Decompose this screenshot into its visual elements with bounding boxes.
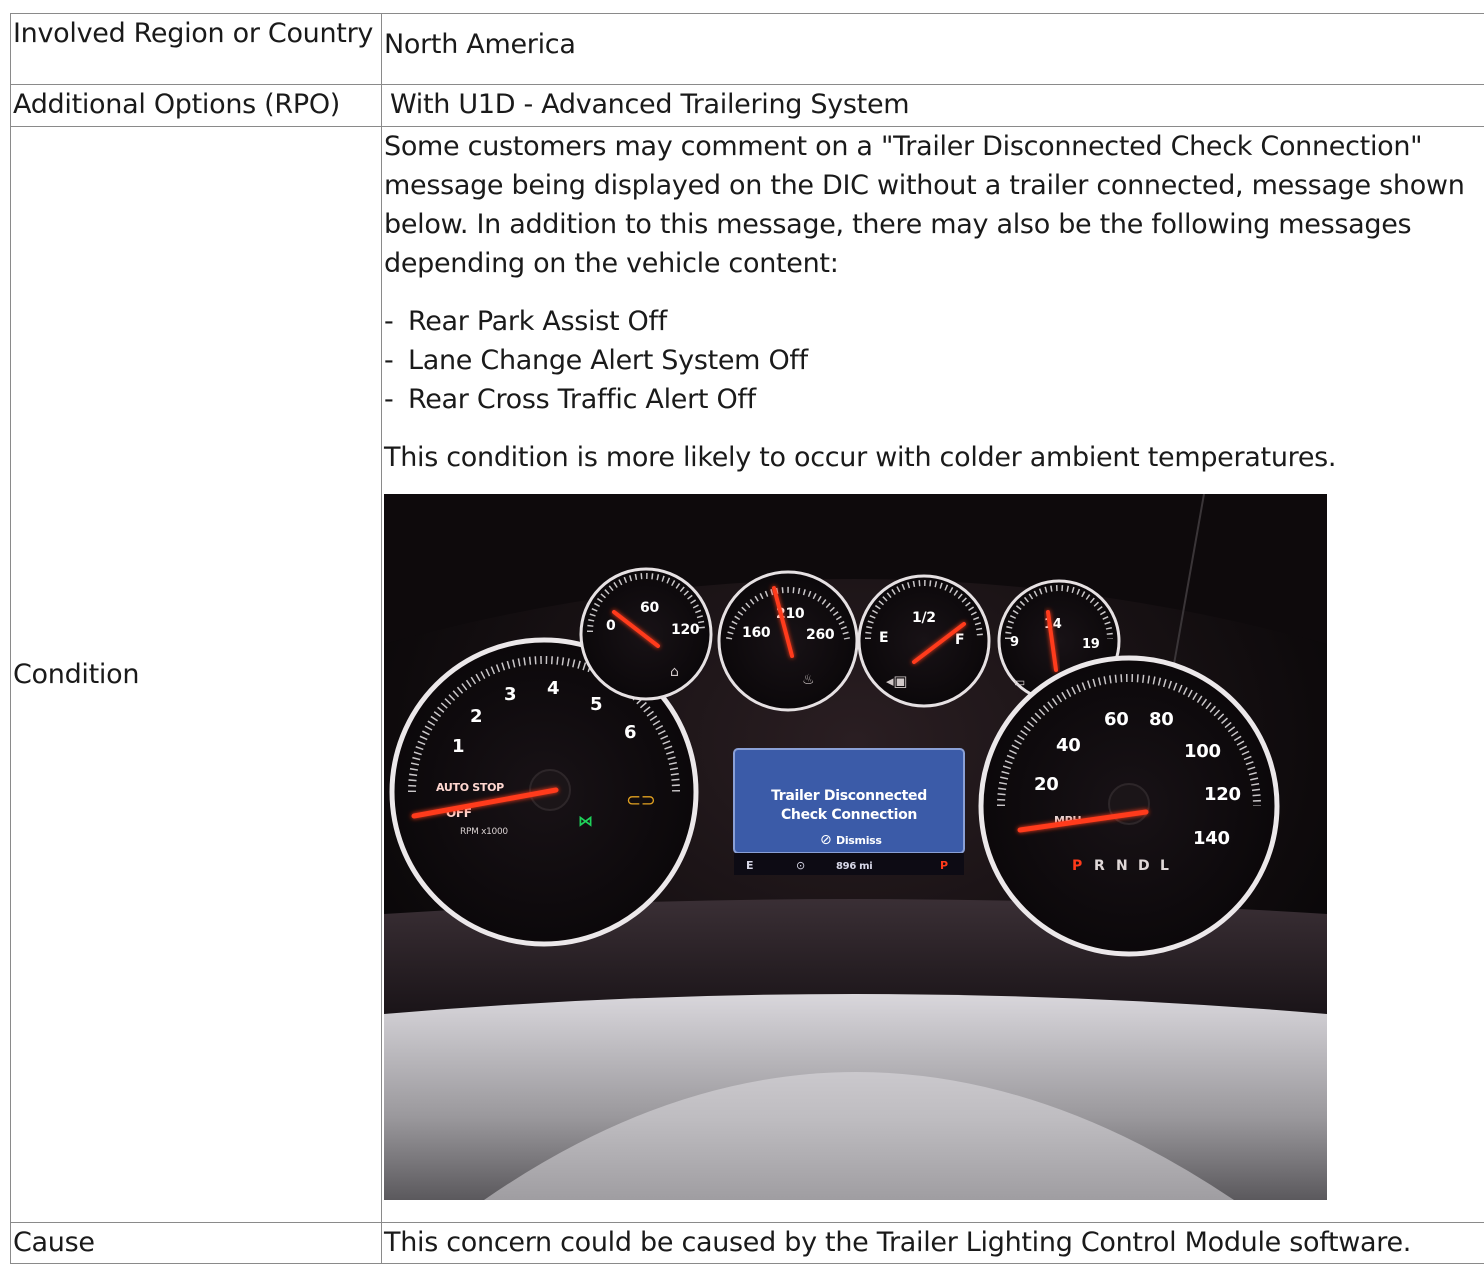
- oil-can-icon: ⌂: [670, 664, 679, 680]
- dic-fuel-letter: E: [746, 859, 753, 872]
- tach-tick-label: 4: [547, 678, 559, 699]
- condition-value: Some customers may comment on a "Trailer…: [382, 127, 1484, 1223]
- tach-tick-label: 5: [590, 694, 602, 715]
- speed-tick-label: 80: [1149, 709, 1173, 730]
- oil-tick-label: 0: [606, 618, 616, 634]
- dic-dismiss-label: Dismiss: [836, 834, 882, 847]
- auto-stop-label: AUTO STOP: [436, 781, 504, 794]
- fuel-tick-label: E: [879, 630, 888, 646]
- list-item: -Lane Change Alert System Off: [384, 341, 1484, 380]
- fuel-pump-icon: ◂▣: [886, 672, 907, 690]
- gear-letter: L: [1160, 858, 1169, 874]
- volt-tick-label: 14: [1044, 617, 1062, 632]
- turn-signal-icon: ⋈: [578, 812, 593, 830]
- region-value: North America: [382, 14, 1484, 85]
- speedometer-gauge: 20 40 60 80 100 120 140 MPH P R N: [981, 658, 1277, 954]
- dic-message-line2: Check Connection: [781, 807, 917, 823]
- speed-tick-label: 140: [1193, 828, 1230, 849]
- driver-info-center: Trailer Disconnected Check Connection ⊘ …: [734, 749, 964, 875]
- dic-gear-value: P: [940, 859, 948, 872]
- speed-tick-label: 100: [1184, 741, 1221, 762]
- instrument-cluster-photo: 1 2 3 4 5 6 AUTO STOP OFF RPM x1000 ⊂⊃ ⋈: [384, 494, 1327, 1200]
- speed-tick-label: 120: [1204, 784, 1241, 805]
- list-item: -Rear Cross Traffic Alert Off: [384, 380, 1484, 419]
- message-text: Rear Cross Traffic Alert Off: [408, 384, 756, 415]
- volt-tick-label: 9: [1010, 635, 1019, 650]
- cause-label: Cause: [11, 1223, 382, 1264]
- cause-value: This concern could be caused by the Trai…: [382, 1223, 1484, 1264]
- cluster-illustration: 1 2 3 4 5 6 AUTO STOP OFF RPM x1000 ⊂⊃ ⋈: [384, 494, 1327, 1200]
- rpo-value: With U1D - Advanced Trailering System: [382, 85, 1484, 127]
- list-item: -Rear Park Assist Off: [384, 302, 1484, 341]
- battery-icon: ▭: [1014, 675, 1025, 689]
- gear-letter: R: [1094, 858, 1105, 874]
- gear-letter: N: [1116, 858, 1127, 874]
- condition-label: Condition: [11, 127, 382, 1223]
- oil-pressure-gauge: 0 60 120 ⌂: [581, 569, 711, 699]
- bulletin-table: Involved Region or Country North America…: [10, 13, 1484, 1264]
- coolant-temp-gauge: 160 210 260 ♨: [719, 572, 857, 710]
- message-text: Lane Change Alert System Off: [408, 345, 808, 376]
- speed-tick-label: 20: [1034, 774, 1058, 795]
- table-row-condition: Condition Some customers may comment on …: [11, 127, 1484, 1223]
- table-row-region: Involved Region or Country North America: [11, 14, 1484, 85]
- temp-tick-label: 160: [742, 625, 771, 641]
- rpo-label: Additional Options (RPO): [11, 85, 382, 127]
- tach-tick-label: 6: [624, 722, 636, 743]
- tach-tick-label: 1: [452, 736, 464, 757]
- message-list: -Rear Park Assist Off -Lane Change Alert…: [384, 302, 1484, 419]
- temp-tick-label: 260: [806, 627, 835, 643]
- rpm-label: RPM x1000: [460, 827, 508, 837]
- fuel-tick-label: F: [955, 632, 964, 648]
- region-label: Involved Region or Country: [11, 14, 382, 85]
- tire-pressure-icon: ⊙: [796, 859, 805, 872]
- speed-tick-label: 40: [1056, 735, 1080, 756]
- coolant-icon: ♨: [802, 672, 814, 688]
- speed-tick-label: 60: [1104, 709, 1128, 730]
- message-text: Rear Park Assist Off: [408, 306, 667, 337]
- table-row-rpo: Additional Options (RPO) With U1D - Adva…: [11, 85, 1484, 127]
- condition-intro: Some customers may comment on a "Trailer…: [384, 127, 1484, 283]
- dismiss-icon: ⊘: [820, 832, 831, 848]
- dic-range-value: 896 mi: [836, 861, 872, 872]
- volt-tick-label: 19: [1082, 637, 1100, 652]
- tach-tick-label: 2: [470, 706, 482, 727]
- table-row-cause: Cause This concern could be caused by th…: [11, 1223, 1484, 1264]
- check-engine-icon: ⊂⊃: [626, 790, 656, 811]
- fuel-gauge: E 1/2 F ◂▣: [859, 576, 989, 706]
- gear-letter: P: [1072, 858, 1082, 874]
- dic-message-line1: Trailer Disconnected: [771, 788, 927, 804]
- gear-letter: D: [1138, 858, 1149, 874]
- condition-note: This condition is more likely to occur w…: [384, 438, 1484, 477]
- oil-tick-label: 120: [671, 622, 700, 638]
- fuel-tick-label: 1/2: [912, 610, 936, 626]
- oil-tick-label: 60: [640, 600, 659, 616]
- tach-tick-label: 3: [504, 684, 516, 705]
